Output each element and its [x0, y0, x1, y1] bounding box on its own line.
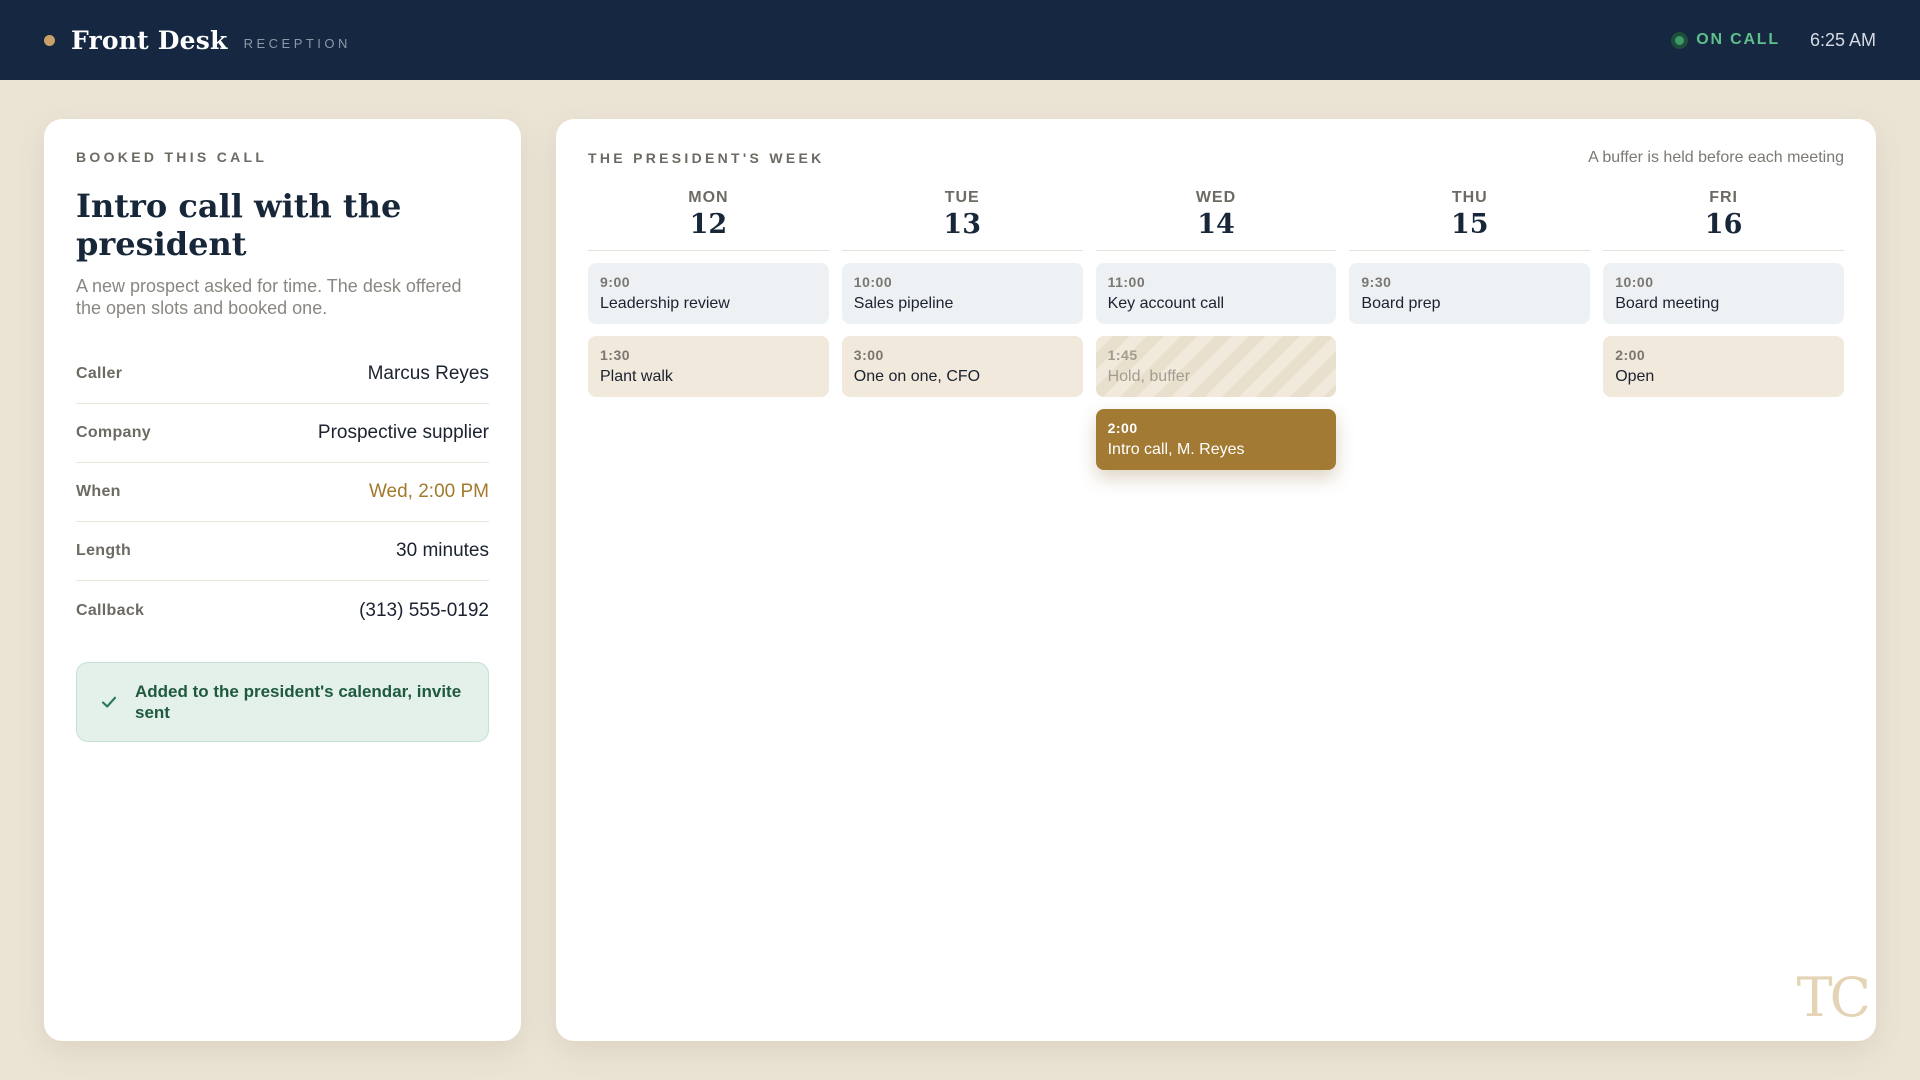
event-time: 1:45 [1107, 347, 1138, 363]
day-column-thu: THU 15 9:30 Board prep [1349, 189, 1591, 470]
day-column-fri: FRI 16 10:00 Board meeting 2:00 Open [1603, 189, 1844, 470]
event-title: Intro call, M. Reyes [1107, 441, 1245, 458]
day-number: 13 [943, 209, 981, 240]
day-name: WED [1195, 189, 1237, 206]
brand-dot [44, 34, 55, 46]
event-title: Open [1615, 368, 1655, 385]
day-column-tue: TUE 13 10:00 Sales pipeline 3:00 One on … [841, 189, 1083, 470]
calendar-event[interactable]: 1:30 Plant walk [588, 336, 829, 397]
booking-details: Caller Marcus Reyes Company Prospective … [76, 345, 489, 640]
open-slot-event[interactable]: 2:00 Open [1603, 336, 1844, 397]
top-bar: Front Desk RECEPTION ON CALL 6:25 AM [0, 0, 1920, 80]
event-time: 9:30 [1361, 274, 1392, 290]
detail-row-callback: Callback (313) 555-0192 [76, 581, 489, 640]
detail-value: Marcus Reyes [367, 363, 489, 384]
event-time: 2:00 [1615, 347, 1646, 363]
day-header: THU 15 [1349, 189, 1591, 251]
monogram-logo: TC [1796, 966, 1871, 1029]
day-name: TUE [944, 189, 980, 206]
calendar-event[interactable]: 11:00 Key account call [1095, 263, 1337, 324]
booking-eyebrow: BOOKED THIS CALL [76, 149, 268, 165]
event-title: Key account call [1107, 295, 1225, 312]
event-title: One on one, CFO [853, 368, 981, 385]
event-title: Hold, buffer [1107, 368, 1191, 385]
check-icon [101, 696, 117, 708]
day-name: FRI [1709, 189, 1738, 206]
confirmation-text: Added to the president's calendar, invit… [135, 682, 462, 722]
detail-label: Callback [76, 601, 145, 619]
week-calendar-card: THE PRESIDENT'S WEEK A buffer is held be… [556, 119, 1876, 1041]
day-name: THU [1451, 189, 1488, 206]
week-days: MON 12 9:00 Leadership review 1:30 Plant… [588, 189, 1844, 470]
day-number: 12 [689, 209, 728, 240]
detail-value: 30 minutes [396, 540, 489, 561]
app-title: Front Desk [71, 25, 228, 55]
booked-event[interactable]: 2:00 Intro call, M. Reyes [1095, 409, 1337, 470]
day-events: 9:30 Board prep [1349, 263, 1591, 324]
calendar-event[interactable]: 9:30 Board prep [1349, 263, 1591, 324]
day-number: 15 [1451, 209, 1489, 240]
event-title: Sales pipeline [853, 295, 954, 312]
day-header: MON 12 [588, 189, 829, 251]
day-header: TUE 13 [841, 189, 1083, 251]
event-time: 10:00 [853, 274, 893, 290]
event-time: 2:00 [1107, 420, 1138, 436]
day-column-mon: MON 12 9:00 Leadership review 1:30 Plant… [588, 189, 829, 470]
event-time: 3:00 [853, 347, 884, 363]
calendar-event[interactable]: 3:00 One on one, CFO [841, 336, 1083, 397]
detail-value: (313) 555-0192 [359, 599, 489, 621]
day-header: WED 14 [1095, 189, 1337, 251]
day-name: MON [688, 189, 729, 206]
detail-label: Caller [76, 365, 123, 382]
topbar-status: ON CALL 6:25 AM [1671, 30, 1876, 51]
detail-row-caller: Caller Marcus Reyes [76, 345, 489, 404]
event-title: Board prep [1361, 295, 1441, 312]
day-number: 14 [1197, 209, 1235, 240]
booking-description: A new prospect asked for time. The desk … [76, 276, 462, 318]
day-events: 11:00 Key account call 1:45 Hold, buffer… [1095, 263, 1337, 470]
day-header: FRI 16 [1603, 189, 1844, 251]
booking-title: Intro call with the president [76, 187, 402, 263]
detail-row-company: Company Prospective supplier [76, 404, 489, 463]
detail-row-when: When Wed, 2:00 PM [76, 463, 489, 522]
day-events: 10:00 Sales pipeline 3:00 One on one, CF… [841, 263, 1083, 397]
app-subtitle: RECEPTION [243, 35, 351, 51]
event-title: Leadership review [600, 295, 730, 312]
detail-label: Company [76, 424, 151, 441]
on-call-indicator-icon [1671, 31, 1689, 49]
detail-label: Length [76, 542, 132, 559]
event-title: Plant walk [600, 368, 673, 385]
day-events: 9:00 Leadership review 1:30 Plant walk [588, 263, 829, 397]
calendar-event[interactable]: 9:00 Leadership review [588, 263, 829, 324]
week-eyebrow: THE PRESIDENT'S WEEK [588, 150, 825, 166]
day-number: 16 [1704, 209, 1743, 240]
clock: 6:25 AM [1809, 29, 1876, 50]
on-call-status: ON CALL [1696, 31, 1780, 48]
event-time: 1:30 [600, 347, 631, 363]
calendar-event[interactable]: 10:00 Sales pipeline [841, 263, 1083, 324]
confirmation-banner: Added to the president's calendar, invit… [76, 662, 489, 742]
week-header: THE PRESIDENT'S WEEK A buffer is held be… [588, 149, 1844, 167]
day-events: 10:00 Board meeting 2:00 Open [1603, 263, 1844, 397]
calendar-event[interactable]: 10:00 Board meeting [1603, 263, 1844, 324]
buffer-hold-event[interactable]: 1:45 Hold, buffer [1095, 336, 1337, 397]
week-note: A buffer is held before each meeting [1588, 149, 1844, 166]
event-time: 10:00 [1615, 274, 1654, 290]
detail-value: Prospective supplier [317, 422, 489, 443]
detail-row-length: Length 30 minutes [76, 522, 489, 581]
detail-label: When [76, 483, 121, 500]
event-time: 9:00 [600, 274, 631, 290]
booking-card: BOOKED THIS CALL Intro call with the pre… [44, 119, 521, 1041]
event-title: Board meeting [1615, 295, 1720, 312]
detail-value: Wed, 2:00 PM [368, 481, 489, 502]
day-column-wed: WED 14 11:00 Key account call 1:45 Hold,… [1095, 189, 1337, 470]
event-time: 11:00 [1107, 274, 1146, 290]
